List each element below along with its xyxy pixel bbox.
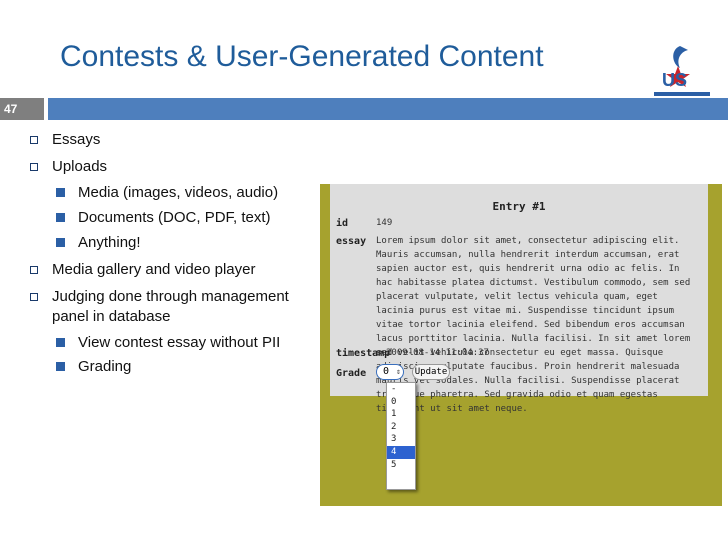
bullet-text: Documents (DOC, PDF, text) <box>78 209 271 226</box>
entry-panel: Entry #1 id 149 essay Lorem ipsum dolor … <box>330 184 708 490</box>
square-bullet-icon <box>30 136 38 144</box>
bullet-text: Grading <box>78 358 132 375</box>
bullet-text: panel in database <box>52 308 171 325</box>
grade-option[interactable]: 0 <box>387 396 415 409</box>
grade-selected-value: 0 <box>383 366 390 377</box>
filled-square-bullet-icon <box>56 213 65 222</box>
filled-square-bullet-icon <box>56 338 65 347</box>
slide-title: Contests & User-Generated Content <box>60 40 544 73</box>
slide-number: 47 <box>0 98 44 120</box>
bullet-text: Uploads <box>52 158 108 175</box>
grade-option[interactable]: 3 <box>387 433 415 446</box>
filled-square-bullet-icon <box>56 238 65 247</box>
timestamp-label: timestamp <box>336 348 391 359</box>
bullet-text: Judging done through management <box>52 288 289 305</box>
grade-select[interactable]: 0 ⇕ <box>376 364 404 380</box>
header-rule <box>48 98 728 120</box>
svg-text:US: US <box>662 70 687 90</box>
grade-option[interactable]: 2 <box>387 421 415 434</box>
grade-label: Grade <box>336 368 367 379</box>
square-bullet-icon <box>30 266 38 274</box>
header-bar: 47 <box>0 98 728 120</box>
update-button[interactable]: Update <box>412 364 450 380</box>
square-bullet-icon <box>30 163 38 171</box>
grade-dropdown-list: - 0 1 2 3 4 5 <box>386 382 416 490</box>
grade-option[interactable]: 5 <box>387 459 415 472</box>
grade-option[interactable]: 1 <box>387 408 415 421</box>
square-bullet-icon <box>30 293 38 301</box>
grade-option[interactable]: - <box>387 383 415 396</box>
filled-square-bullet-icon <box>56 362 65 371</box>
id-value: 149 <box>376 218 393 228</box>
bullet-text: Anything! <box>78 234 141 251</box>
bullet-text: Media (images, videos, audio) <box>78 184 279 201</box>
bullet-text: Essays <box>52 131 101 148</box>
entry-heading: Entry #1 <box>492 200 546 213</box>
grade-option[interactable]: 4 <box>387 445 415 459</box>
id-label: id <box>336 218 349 229</box>
company-logo-icon: US <box>654 46 710 96</box>
select-arrows-icon: ⇕ <box>396 367 401 376</box>
essay-text: Lorem ipsum dolor sit amet, consectetur … <box>376 236 691 414</box>
essay-label: essay <box>336 236 367 247</box>
admin-screenshot: Entry #1 id 149 essay Lorem ipsum dolor … <box>320 184 722 506</box>
bullet-text: Media gallery and video player <box>52 261 256 278</box>
filled-square-bullet-icon <box>56 188 65 197</box>
timestamp-value: 2009-08-14 11:04:37 <box>386 348 489 358</box>
bullet-text: View contest essay without PII <box>78 334 281 351</box>
